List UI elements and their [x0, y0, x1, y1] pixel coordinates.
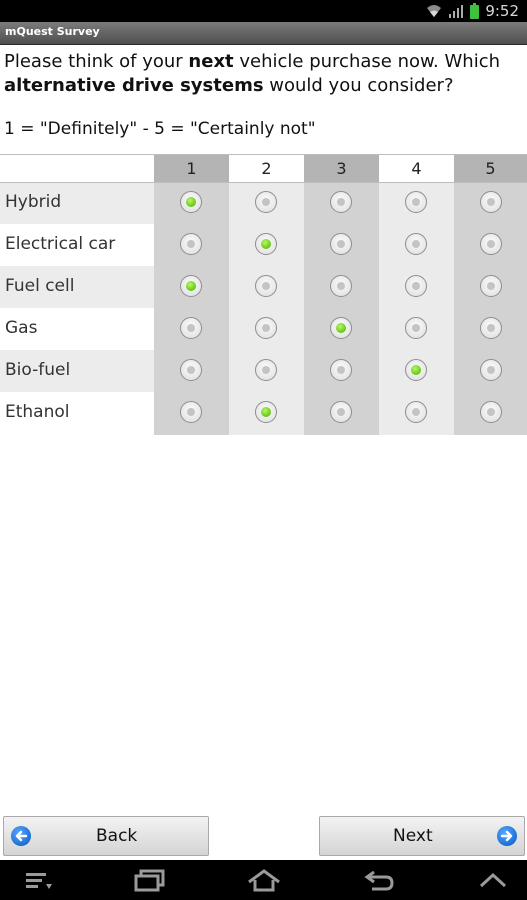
radio-electrical-car-4[interactable] — [405, 233, 427, 255]
row-label: Bio-fuel — [5, 360, 71, 380]
column-header-5: 5 — [454, 154, 527, 182]
row-label: Ethanol — [5, 402, 70, 422]
radio-bio-fuel-5[interactable] — [480, 359, 502, 381]
radio-electrical-car-2[interactable] — [255, 233, 277, 255]
radio-fuel-cell-3[interactable] — [330, 275, 352, 297]
radio-ethanol-4[interactable] — [405, 401, 427, 423]
status-bar: 9:52 — [0, 0, 527, 22]
row-label: Fuel cell — [5, 276, 75, 296]
chevron-up-icon[interactable] — [478, 868, 508, 896]
radio-bio-fuel-1[interactable] — [180, 359, 202, 381]
radio-gas-5[interactable] — [480, 317, 502, 339]
grid-top-line — [0, 154, 527, 155]
back-arrow-icon — [11, 826, 31, 846]
recent-apps-icon[interactable] — [133, 868, 167, 896]
battery-icon — [470, 3, 480, 19]
grid-header-line — [0, 182, 527, 183]
signal-icon — [448, 4, 464, 18]
home-icon[interactable] — [246, 868, 282, 896]
radio-ethanol-1[interactable] — [180, 401, 202, 423]
row-label: Hybrid — [5, 192, 62, 212]
radio-hybrid-4[interactable] — [405, 191, 427, 213]
app-title-bar: mQuest Survey — [0, 22, 527, 45]
radio-gas-1[interactable] — [180, 317, 202, 339]
column-header-2: 2 — [229, 154, 304, 182]
app-title: mQuest Survey — [5, 25, 100, 38]
radio-gas-3[interactable] — [330, 317, 352, 339]
row-label: Electrical car — [5, 234, 116, 254]
radio-hybrid-1[interactable] — [180, 191, 202, 213]
column-header-4: 4 — [379, 154, 454, 182]
radio-bio-fuel-2[interactable] — [255, 359, 277, 381]
next-button-label: Next — [393, 826, 433, 846]
radio-fuel-cell-5[interactable] — [480, 275, 502, 297]
scale-note: 1 = "Definitely" - 5 = "Certainly not" — [4, 119, 316, 139]
radio-hybrid-2[interactable] — [255, 191, 277, 213]
system-nav-bar — [0, 860, 527, 900]
radio-bio-fuel-4[interactable] — [405, 359, 427, 381]
radio-electrical-car-1[interactable] — [180, 233, 202, 255]
clock-time: 9:52 — [485, 2, 519, 20]
wifi-icon — [426, 4, 442, 18]
radio-ethanol-2[interactable] — [255, 401, 277, 423]
rating-grid: 1 2 3 4 5 Hybrid Electrical car Fuel cell Gas Bio… — [0, 154, 527, 435]
radio-fuel-cell-1[interactable] — [180, 275, 202, 297]
next-button[interactable]: Next — [319, 816, 525, 856]
radio-electrical-car-5[interactable] — [480, 233, 502, 255]
column-header-1: 1 — [154, 154, 229, 182]
radio-gas-4[interactable] — [405, 317, 427, 339]
radio-ethanol-3[interactable] — [330, 401, 352, 423]
radio-hybrid-3[interactable] — [330, 191, 352, 213]
radio-electrical-car-3[interactable] — [330, 233, 352, 255]
back-button-label: Back — [96, 826, 138, 846]
radio-bio-fuel-3[interactable] — [330, 359, 352, 381]
next-arrow-icon — [497, 826, 517, 846]
radio-ethanol-5[interactable] — [480, 401, 502, 423]
back-nav-icon[interactable] — [362, 868, 396, 896]
radio-fuel-cell-2[interactable] — [255, 275, 277, 297]
radio-fuel-cell-4[interactable] — [405, 275, 427, 297]
question-text: Please think of your next vehicle purcha… — [4, 51, 501, 96]
row-label: Gas — [5, 318, 38, 338]
back-button[interactable]: Back — [3, 816, 209, 856]
column-header-3: 3 — [304, 154, 379, 182]
radio-hybrid-5[interactable] — [480, 191, 502, 213]
radio-gas-2[interactable] — [255, 317, 277, 339]
menu-icon[interactable] — [24, 868, 54, 896]
